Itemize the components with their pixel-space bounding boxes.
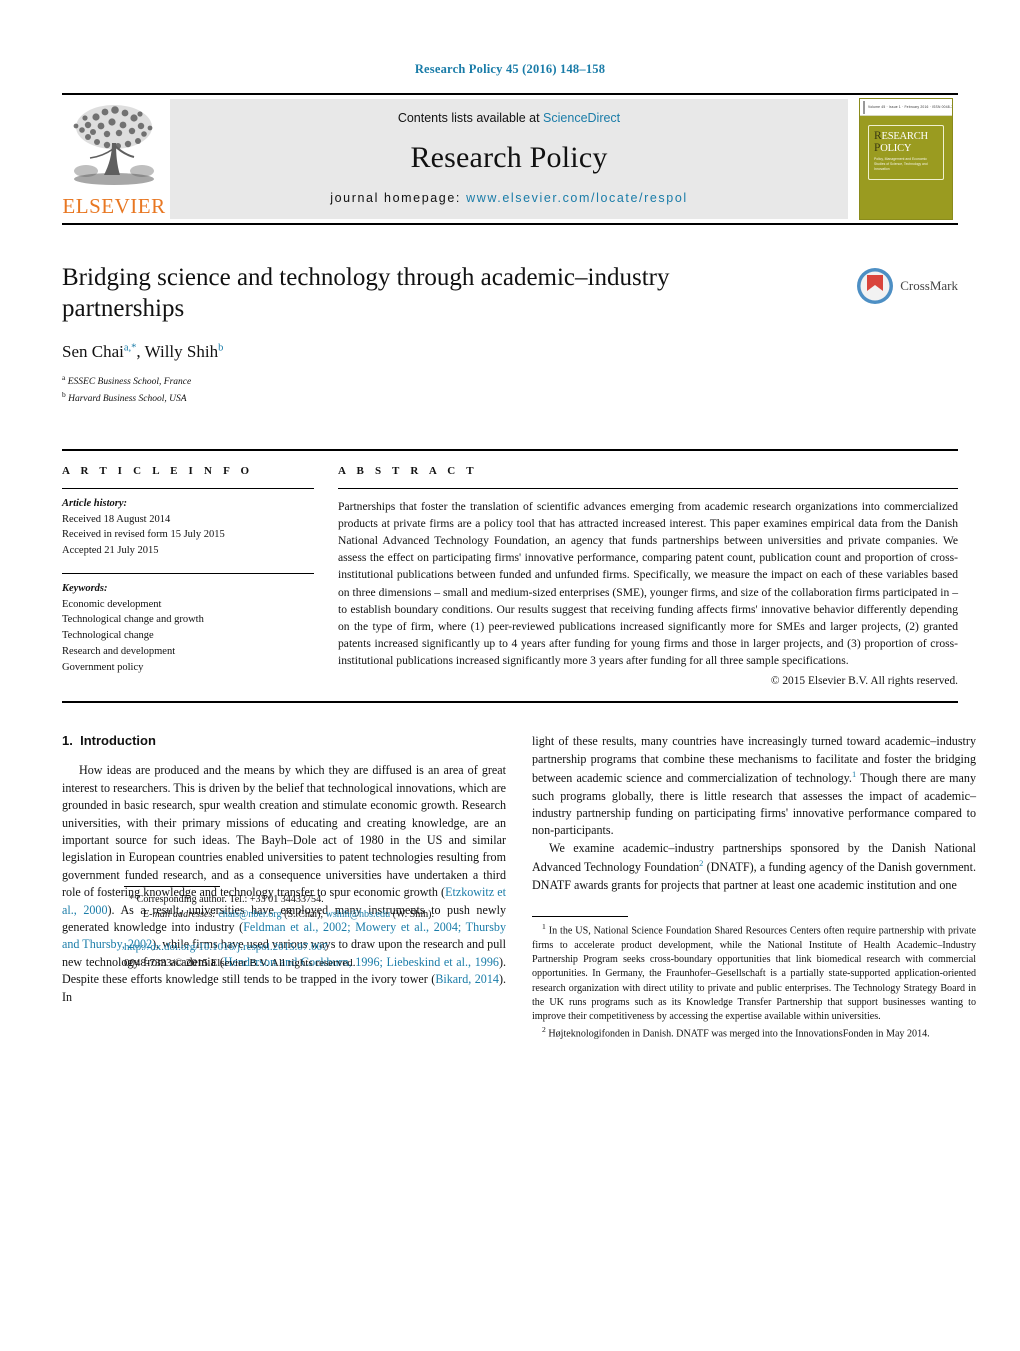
abstract-column: A B S T R A C T Partnerships that foster…: [338, 464, 958, 688]
section-title-text: Introduction: [80, 733, 156, 749]
abstract-heading: A B S T R A C T: [338, 464, 478, 477]
affiliation-mark-1: b: [62, 389, 66, 399]
cover-title-panel: RESEARCH POLICY Policy, Management and E…: [868, 125, 944, 181]
author-separator: ,: [136, 342, 145, 361]
journal-cover-thumbnail[interactable]: Volume 45 · Issue 1 · February 2016 · IS…: [859, 98, 953, 220]
author-list: Sen Chaia,*, Willy Shihb: [62, 342, 958, 362]
cover-subtitle: Policy, Management and Economic Studies …: [874, 157, 928, 172]
corresponding-text: Corresponding author. Tel.: +33 01 34433…: [136, 894, 324, 906]
section-number: 1.: [62, 733, 73, 749]
email-link-0[interactable]: chais@nber.org: [218, 909, 281, 920]
body-column-right: light of these results, many countries h…: [532, 733, 976, 1041]
affiliation-text-0: ESSEC Business School, France: [67, 377, 192, 388]
footnote-text-2: Højteknologifonden in Danish. DNATF was …: [548, 1028, 930, 1040]
corresponding-marker: *: [129, 894, 135, 906]
issn-copyright-line: 0048-7333/© 2015 Elsevier B.V. All right…: [124, 956, 356, 969]
keyword-item: Technological change: [62, 630, 154, 642]
article-history-item: Received in revised form 15 July 2015: [62, 529, 225, 541]
keywords-group: Keywords: Economic development Technolog…: [62, 574, 314, 676]
email-comma: ,: [320, 909, 324, 921]
contents-available-line: Contents lists available at ScienceDirec…: [398, 111, 620, 125]
article-history-label: Article history:: [62, 497, 128, 509]
homepage-prefix: journal homepage:: [330, 191, 467, 205]
cover-topbar: Volume 45 · Issue 1 · February 2016 · IS…: [860, 99, 952, 116]
email-link-1[interactable]: wshih@hbs.edu: [326, 909, 391, 920]
section-heading-introduction: 1. Introduction: [62, 733, 506, 748]
keyword-item: Research and development: [62, 645, 176, 657]
journal-masthead: ELSEVIER Contents lists available at Sci…: [62, 93, 958, 225]
affiliation-mark-0: a: [62, 373, 66, 382]
journal-homepage-line: journal homepage: www.elsevier.com/locat…: [330, 191, 688, 205]
paragraph-text: How ideas are produced and the means by …: [62, 763, 506, 900]
cover-title: RESEARCH POLICY: [874, 130, 939, 154]
author-marks-1: b: [218, 342, 224, 354]
running-head: Research Policy 45 (2016) 148–158: [414, 62, 606, 76]
footnote-text-1: In the US, National Science Foundation S…: [532, 925, 976, 1023]
article-history-item: Accepted 21 July 2015: [62, 545, 159, 557]
author-name-0[interactable]: Sen Chai: [62, 342, 124, 361]
homepage-url-link[interactable]: www.elsevier.com/locate/respol: [466, 191, 688, 205]
contents-prefix: Contents lists available at: [397, 111, 544, 125]
keyword-item: Government policy: [62, 661, 144, 673]
affiliation-text-1: Harvard Business School, USA: [68, 394, 187, 405]
affiliation-list: a ESSEC Business School, France b Harvar…: [62, 373, 958, 407]
elsevier-logo: ELSEVIER: [62, 95, 166, 223]
keywords-label: Keywords:: [62, 582, 108, 594]
email-addresses-line: E-mail addresses: chais@nber.org (S. Cha…: [143, 909, 435, 921]
body-columns: 1. Introduction How ideas are produced a…: [62, 733, 976, 1041]
footnotes-divider: [532, 916, 628, 918]
corresponding-author-line: * Corresponding author. Tel.: +33 01 344…: [124, 892, 568, 907]
page-footer-left: * Corresponding author. Tel.: +33 01 344…: [124, 886, 568, 971]
title-block: Bridging science and technology through …: [62, 263, 958, 407]
abstract-text: Partnerships that foster the translation…: [338, 499, 958, 668]
cover-issue-text: Volume 45 · Issue 1 · February 2016 · IS…: [868, 105, 953, 109]
abstract-copyright: © 2015 Elsevier B.V. All rights reserved…: [770, 675, 958, 688]
intro-paragraph-right-2: We examine academic–industry partnership…: [532, 840, 976, 894]
email-owner-1: (W. Shih): [392, 909, 432, 921]
body-column-left: 1. Introduction How ideas are produced a…: [62, 733, 506, 1041]
affiliation-1: b Harvard Business School, USA: [62, 390, 958, 407]
author-marks-0: a,*: [123, 342, 137, 354]
keyword-item: Economic development: [62, 598, 162, 610]
email-label: E-mail addresses:: [143, 909, 216, 921]
crossmark-icon: [857, 268, 894, 304]
crossmark-badge[interactable]: CrossMark: [856, 267, 958, 305]
footer-divider: [124, 886, 220, 888]
journal-title: Research Policy: [410, 141, 608, 174]
elsevier-wordmark: ELSEVIER: [62, 194, 166, 218]
elsevier-tree-icon: [73, 105, 154, 185]
footnote-item-2: 2 Højteknologifonden in Danish. DNATF wa…: [532, 1025, 976, 1042]
intro-paragraph-right-continued: light of these results, many countries h…: [532, 733, 976, 839]
journal-band: Contents lists available at ScienceDirec…: [170, 99, 848, 219]
journal-cover-block: Volume 45 · Issue 1 · February 2016 · IS…: [854, 95, 958, 223]
footnote-item-1: 1 In the US, National Science Foundation…: [532, 922, 976, 1025]
keyword-item: Technological change and growth: [62, 614, 204, 626]
article-history-group: Article history: Received 18 August 2014…: [62, 489, 314, 559]
affiliation-0: a ESSEC Business School, France: [62, 373, 958, 390]
article-info-column: A R T I C L E I N F O Article history: R…: [62, 465, 314, 688]
article-info-heading: A R T I C L E I N F O: [62, 464, 254, 477]
footnote-marker-2: 2: [542, 1024, 546, 1034]
article-page: Research Policy 45 (2016) 148–158 ELSEVI…: [0, 0, 1020, 1351]
cover-title-l1-rest: ESEARCH: [881, 131, 928, 142]
cover-title-l2-rest: OLICY: [880, 142, 912, 154]
footnotes-block: 1 In the US, National Science Foundation…: [532, 916, 976, 1041]
page-title: Bridging science and technology through …: [62, 264, 670, 322]
email-owner-0: (S. Chai): [284, 909, 321, 921]
article-history-item: Received 18 August 2014: [62, 513, 171, 525]
info-abstract-region: A R T I C L E I N F O Article history: R…: [62, 448, 958, 704]
sciencedirect-link[interactable]: ScienceDirect: [543, 111, 620, 125]
doi-link[interactable]: http://dx.doi.org/10.1016/j.respol.2015.…: [124, 940, 568, 956]
author-name-1[interactable]: Willy Shih: [145, 342, 218, 361]
footnote-marker-1: 1: [542, 922, 546, 932]
crossmark-label: CrossMark: [900, 278, 958, 293]
citation-link[interactable]: Bikard, 2014: [435, 972, 499, 986]
cover-elsevier-icon: [863, 100, 865, 114]
